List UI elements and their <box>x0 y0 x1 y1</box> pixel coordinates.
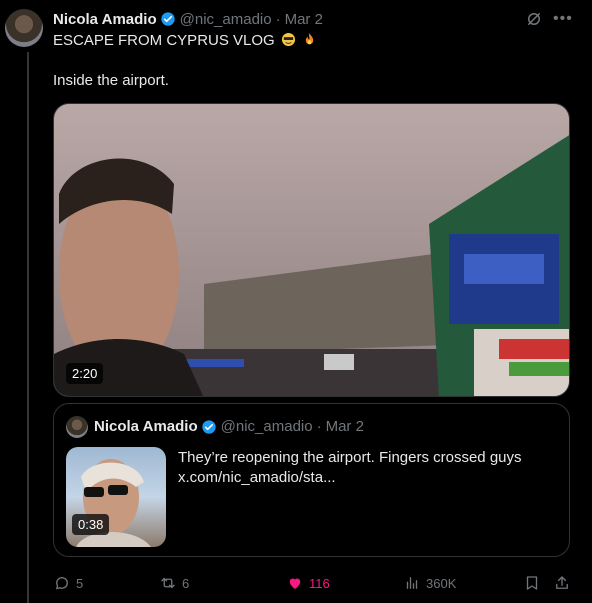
like-button[interactable]: 116 <box>286 571 330 595</box>
post-text-line1: ESCAPE FROM CYPRUS VLOG <box>53 32 317 49</box>
post-title: ESCAPE FROM CYPRUS VLOG <box>53 32 275 49</box>
quoted-link[interactable]: x.com/nic_amadio/sta... <box>178 468 558 488</box>
verified-badge-icon <box>201 419 216 434</box>
views-button[interactable]: 360K <box>403 571 456 595</box>
video-duration: 2:20 <box>66 363 104 384</box>
post-date[interactable]: Mar 2 <box>285 11 323 28</box>
reply-button[interactable]: 5 <box>53 571 83 595</box>
action-bar: 5 6 116 360K <box>53 571 570 595</box>
repost-count: 6 <box>182 575 190 591</box>
quoted-header: Nicola Amadio @nic_amadio · Mar 2 <box>94 418 364 435</box>
reply-count: 5 <box>76 575 84 591</box>
quoted-avatar <box>66 416 88 438</box>
views-icon <box>406 577 418 589</box>
quoted-post[interactable]: Nicola Amadio @nic_amadio · Mar 2 0:38 T… <box>53 403 570 557</box>
repost-icon <box>161 577 175 589</box>
quoted-handle: @nic_amadio <box>220 418 313 435</box>
quoted-text-line1: They’re reopening the airport. Fingers c… <box>178 449 522 466</box>
grok-icon[interactable] <box>525 10 543 28</box>
views-count: 360K <box>426 575 457 591</box>
quoted-video-duration: 0:38 <box>72 514 110 535</box>
author-handle[interactable]: @nic_amadio <box>180 11 272 28</box>
post-text-line2: Inside the airport. <box>53 72 169 89</box>
bookmark-icon <box>526 576 538 590</box>
quoted-text: They’re reopening the airport. Fingers c… <box>178 448 558 488</box>
quoted-video-thumbnail[interactable]: 0:38 <box>66 447 166 547</box>
video-frame <box>54 104 569 396</box>
separator: · <box>275 10 281 28</box>
author-name[interactable]: Nicola Amadio <box>53 11 157 28</box>
repost-button[interactable]: 6 <box>159 571 189 595</box>
more-icon[interactable]: ••• <box>553 11 573 27</box>
avatar[interactable] <box>5 9 43 47</box>
like-count: 116 <box>309 575 330 591</box>
quoted-date: Mar 2 <box>325 418 364 435</box>
reply-icon <box>56 577 68 590</box>
fire-emoji-icon <box>305 32 314 45</box>
verified-badge-icon <box>160 12 175 26</box>
share-icon <box>556 576 568 589</box>
heart-icon <box>289 578 301 589</box>
video-player[interactable]: 2:20 <box>53 103 570 397</box>
thread-line <box>27 52 29 603</box>
separator: · <box>316 418 322 435</box>
sunglasses-face-emoji-icon <box>281 32 295 47</box>
quoted-author-name: Nicola Amadio <box>94 418 198 435</box>
share-button[interactable] <box>553 571 571 595</box>
bookmark-button[interactable] <box>523 571 541 595</box>
post-header: Nicola Amadio @nic_amadio · Mar 2 <box>53 10 323 28</box>
